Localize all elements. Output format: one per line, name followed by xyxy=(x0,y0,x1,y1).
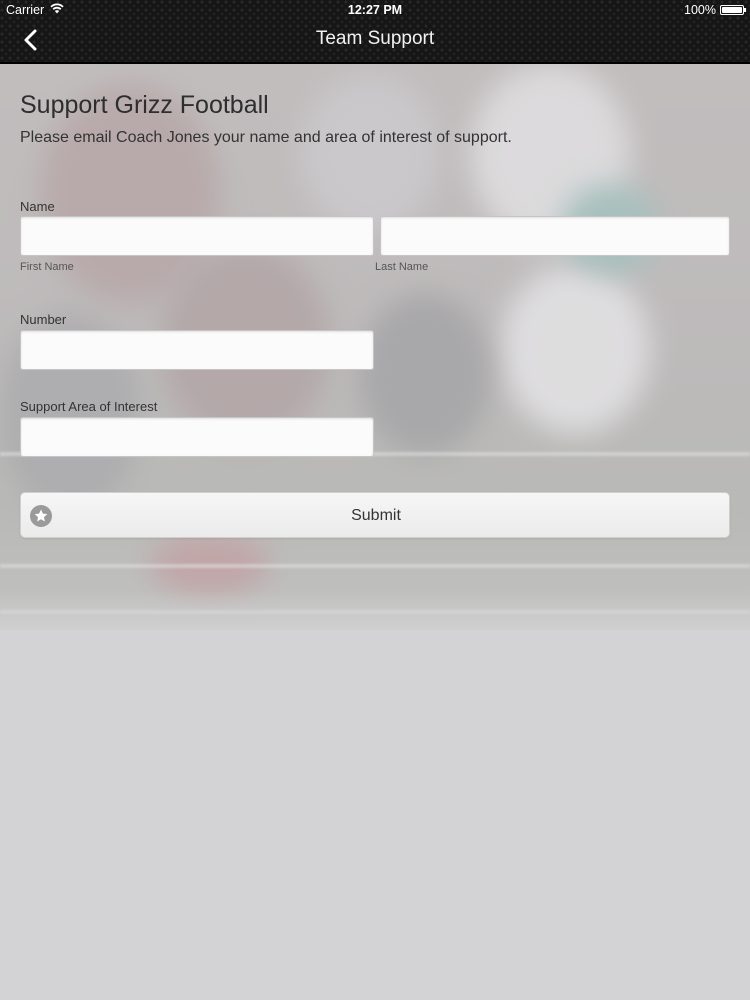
last-name-input[interactable] xyxy=(380,216,730,256)
first-name-sublabel: First Name xyxy=(20,261,74,273)
name-label: Name xyxy=(20,199,55,214)
battery-icon xyxy=(720,5,746,15)
clock: 12:27 PM xyxy=(347,3,403,17)
submit-label: Submit xyxy=(351,507,401,524)
page-title: Support Grizz Football xyxy=(20,91,269,119)
interest-label: Support Area of Interest xyxy=(20,399,158,414)
nav-title: Team Support xyxy=(315,28,435,49)
status-bar: Carrier 12:27 PM 100% xyxy=(0,0,750,20)
first-name-input[interactable] xyxy=(20,216,374,256)
number-label: Number xyxy=(20,312,67,327)
battery-percent: 100% xyxy=(684,3,716,17)
navigation-bar: Carrier 12:27 PM 100% Team Support xyxy=(0,0,750,64)
intro-text: Please email Coach Jones your name and a… xyxy=(20,129,512,146)
interest-input[interactable] xyxy=(20,417,374,457)
last-name-sublabel: Last Name xyxy=(375,261,429,273)
number-input[interactable] xyxy=(20,330,374,370)
photo-fade xyxy=(0,590,750,640)
submit-button[interactable]: Submit xyxy=(20,492,730,538)
